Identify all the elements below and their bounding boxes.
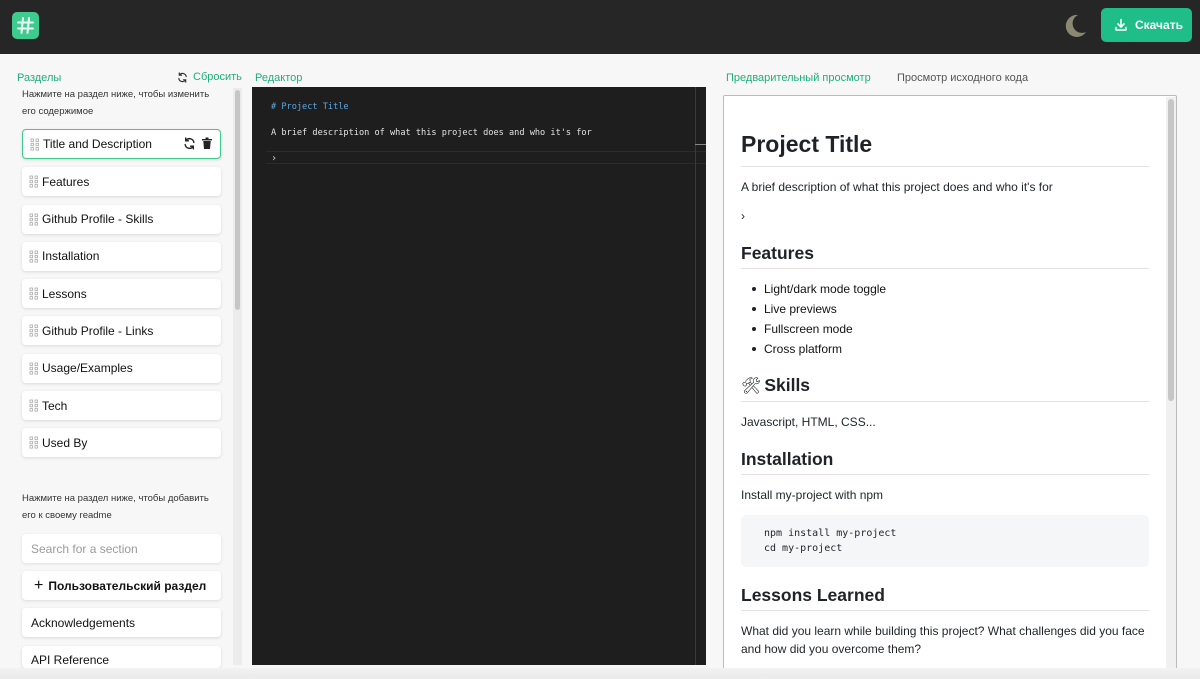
section-item[interactable]: Github Profile - Links	[22, 316, 221, 346]
download-label: Скачать	[1135, 18, 1183, 32]
drag-handle-icon[interactable]	[29, 287, 39, 300]
divider	[741, 610, 1149, 611]
section-item[interactable]: Installation	[22, 241, 221, 271]
skills-heading-text: Skills	[764, 375, 811, 395]
section-label: Lessons	[42, 286, 87, 301]
drag-handle-icon[interactable]	[29, 362, 39, 375]
drag-handle-icon[interactable]	[29, 436, 39, 449]
features-list: Light/dark mode toggle Live previews Ful…	[751, 282, 886, 362]
divider	[741, 401, 1149, 402]
drag-handle-icon[interactable]	[29, 213, 39, 226]
drag-handle-icon[interactable]	[29, 250, 39, 263]
editor-line: A brief description of what this project…	[271, 128, 592, 138]
trash-icon[interactable]	[201, 137, 213, 150]
moon-icon[interactable]	[1062, 13, 1088, 39]
section-item[interactable]: Usage/Examples	[22, 353, 221, 383]
available-section-item[interactable]: API Reference	[22, 646, 221, 668]
section-item[interactable]: Title and Description	[22, 129, 221, 159]
refresh-icon	[178, 71, 187, 83]
preview-scrollbar-thumb[interactable]	[1168, 99, 1174, 401]
bottom-edge	[0, 668, 1200, 679]
hash-icon[interactable]	[12, 12, 39, 39]
preview-features-heading: Features	[741, 243, 814, 263]
section-label: Features	[42, 174, 90, 189]
section-label: Tech	[42, 398, 68, 413]
current-line-highlight	[266, 151, 706, 164]
divider	[741, 166, 1149, 167]
download-button[interactable]: Скачать	[1101, 8, 1192, 42]
editor-ruler	[695, 87, 696, 665]
tab-preview[interactable]: Предварительный просмотр	[726, 72, 871, 84]
preview-install-heading: Installation	[741, 449, 834, 469]
preview-skills-heading: 🛠 Skills	[741, 375, 810, 396]
section-item[interactable]: Used By	[22, 428, 221, 458]
sections-scrollbar-thumb[interactable]	[235, 90, 240, 310]
code-block: npm install my-project cd my-project	[741, 515, 1149, 567]
editor-line: ›	[271, 153, 278, 164]
custom-section-button[interactable]: + Пользовательский раздел	[22, 571, 221, 600]
list-item: Fullscreen mode	[751, 322, 886, 342]
preview-h1: Project Title	[741, 131, 873, 157]
custom-section-label: Пользовательский раздел	[48, 578, 207, 593]
drag-handle-icon[interactable]	[29, 175, 39, 188]
list-item: Live previews	[751, 302, 886, 322]
section-item[interactable]: Features	[22, 167, 221, 197]
top-bar: Скачать	[0, 0, 1200, 54]
section-label: Github Profile - Skills	[42, 212, 154, 227]
sections-title: Разделы	[17, 72, 62, 84]
plus-icon: +	[34, 576, 44, 594]
preview-lessons-heading: Lessons Learned	[741, 585, 885, 605]
reset-section-icon[interactable]	[183, 137, 196, 150]
section-label: Usage/Examples	[42, 361, 133, 376]
section-search-input[interactable]	[22, 534, 221, 563]
editor-ruler-mark	[695, 144, 706, 145]
editor-title: Редактор	[255, 72, 303, 84]
preview-lessons-text: What did you learn while building this p…	[741, 624, 1145, 656]
editor-line: # Project Title	[271, 102, 349, 112]
download-icon	[1115, 18, 1127, 31]
reset-label: Сбросить	[193, 71, 242, 83]
divider	[741, 268, 1149, 269]
list-item: Cross platform	[751, 342, 886, 362]
drag-handle-icon[interactable]	[29, 399, 39, 412]
tab-source[interactable]: Просмотр исходного кода	[897, 72, 1028, 84]
tools-icon: 🛠	[741, 377, 762, 395]
divider	[741, 474, 1149, 475]
section-label: Title and Description	[43, 137, 152, 151]
reset-button[interactable]: Сбросить	[177, 71, 242, 83]
preview-intro: A brief description of what this project…	[741, 180, 1053, 194]
section-item[interactable]: Tech	[22, 391, 221, 421]
section-label: Github Profile - Links	[42, 323, 154, 338]
list-item: Light/dark mode toggle	[751, 282, 886, 302]
edit-hint: Нажмите на раздел ниже, чтобы изменить е…	[22, 89, 210, 117]
preview-skills-text: Javascript, HTML, CSS...	[741, 415, 876, 429]
add-hint: Нажмите на раздел ниже, чтобы добавить е…	[22, 493, 209, 521]
drag-handle-icon[interactable]	[29, 324, 39, 337]
section-item[interactable]: Github Profile - Skills	[22, 204, 221, 234]
preview-chevron: ›	[741, 209, 745, 223]
section-label: Installation	[42, 249, 100, 264]
markdown-editor[interactable]: # Project Title A brief description of w…	[252, 87, 706, 665]
selected-sections-list: Title and Description Features Github Pr…	[22, 129, 221, 466]
drag-handle-icon[interactable]	[30, 138, 40, 151]
preview-install-text: Install my-project with npm	[741, 488, 884, 502]
section-item[interactable]: Lessons	[22, 279, 221, 309]
available-section-item[interactable]: Acknowledgements	[22, 608, 221, 637]
section-label: Used By	[42, 435, 88, 450]
